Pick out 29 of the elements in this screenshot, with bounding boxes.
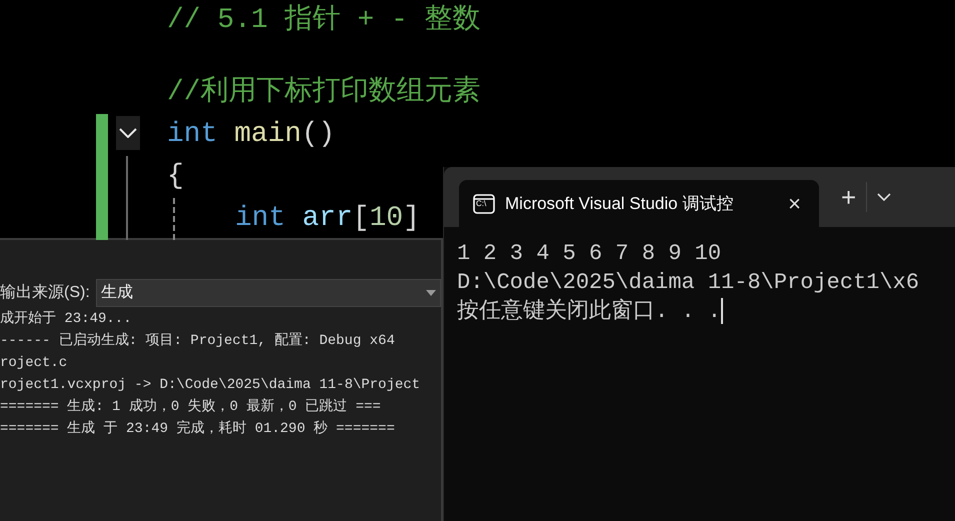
output-source-dropdown[interactable]: 生成 <box>96 279 441 307</box>
code-line: { <box>167 160 184 194</box>
terminal-prompt-text: C:\ <box>476 200 486 208</box>
close-tab-button[interactable]: × <box>784 192 805 214</box>
output-source-label: 输出来源(S): <box>0 282 90 303</box>
output-line: roject1.vcxproj -> D:\Code\2025\daima 11-8\Project <box>0 376 422 395</box>
terminal-tab[interactable]: C:\ Microsoft Visual Studio 调试控 × <box>459 180 819 227</box>
tab-title: Microsoft Visual Studio 调试控 <box>505 192 734 215</box>
chevron-down-icon <box>877 193 892 201</box>
code-comment: //利用下标打印数组元素 <box>167 74 481 110</box>
chevron-down-icon <box>119 128 137 138</box>
code-line: int arr[10] <box>235 202 420 236</box>
output-line: ------ 已启动生成: 项目: Project1, 配置: Debug x64 <box>0 331 396 351</box>
code-comment: // 5.1 指针 + - 整数 <box>167 3 481 38</box>
dropdown-caret-icon <box>426 290 436 296</box>
text-cursor <box>721 298 724 324</box>
console-line: D:\Code\2025\daima 11-8\Project1\x6 <box>457 269 920 297</box>
terminal-icon <box>473 194 495 214</box>
output-line: ======= 生成: 1 成功，0 失败，0 最新，0 已跳过 === <box>0 397 382 417</box>
output-line: 成开始于 23:49... <box>0 310 133 329</box>
code-token: arr <box>302 203 353 234</box>
code-token: main <box>234 119 302 150</box>
console-line: 按任意键关闭此窗口. . . <box>457 297 724 326</box>
code-line: int main() <box>167 118 336 152</box>
fold-toggle[interactable] <box>116 116 140 150</box>
output-line: ======= 生成 于 23:49 完成，耗时 01.290 秒 ======= <box>0 419 396 439</box>
console-line: 1 2 3 4 5 6 7 8 9 10 <box>457 240 722 268</box>
output-line: roject.c <box>0 354 68 373</box>
new-tab-button[interactable]: + <box>831 184 866 210</box>
